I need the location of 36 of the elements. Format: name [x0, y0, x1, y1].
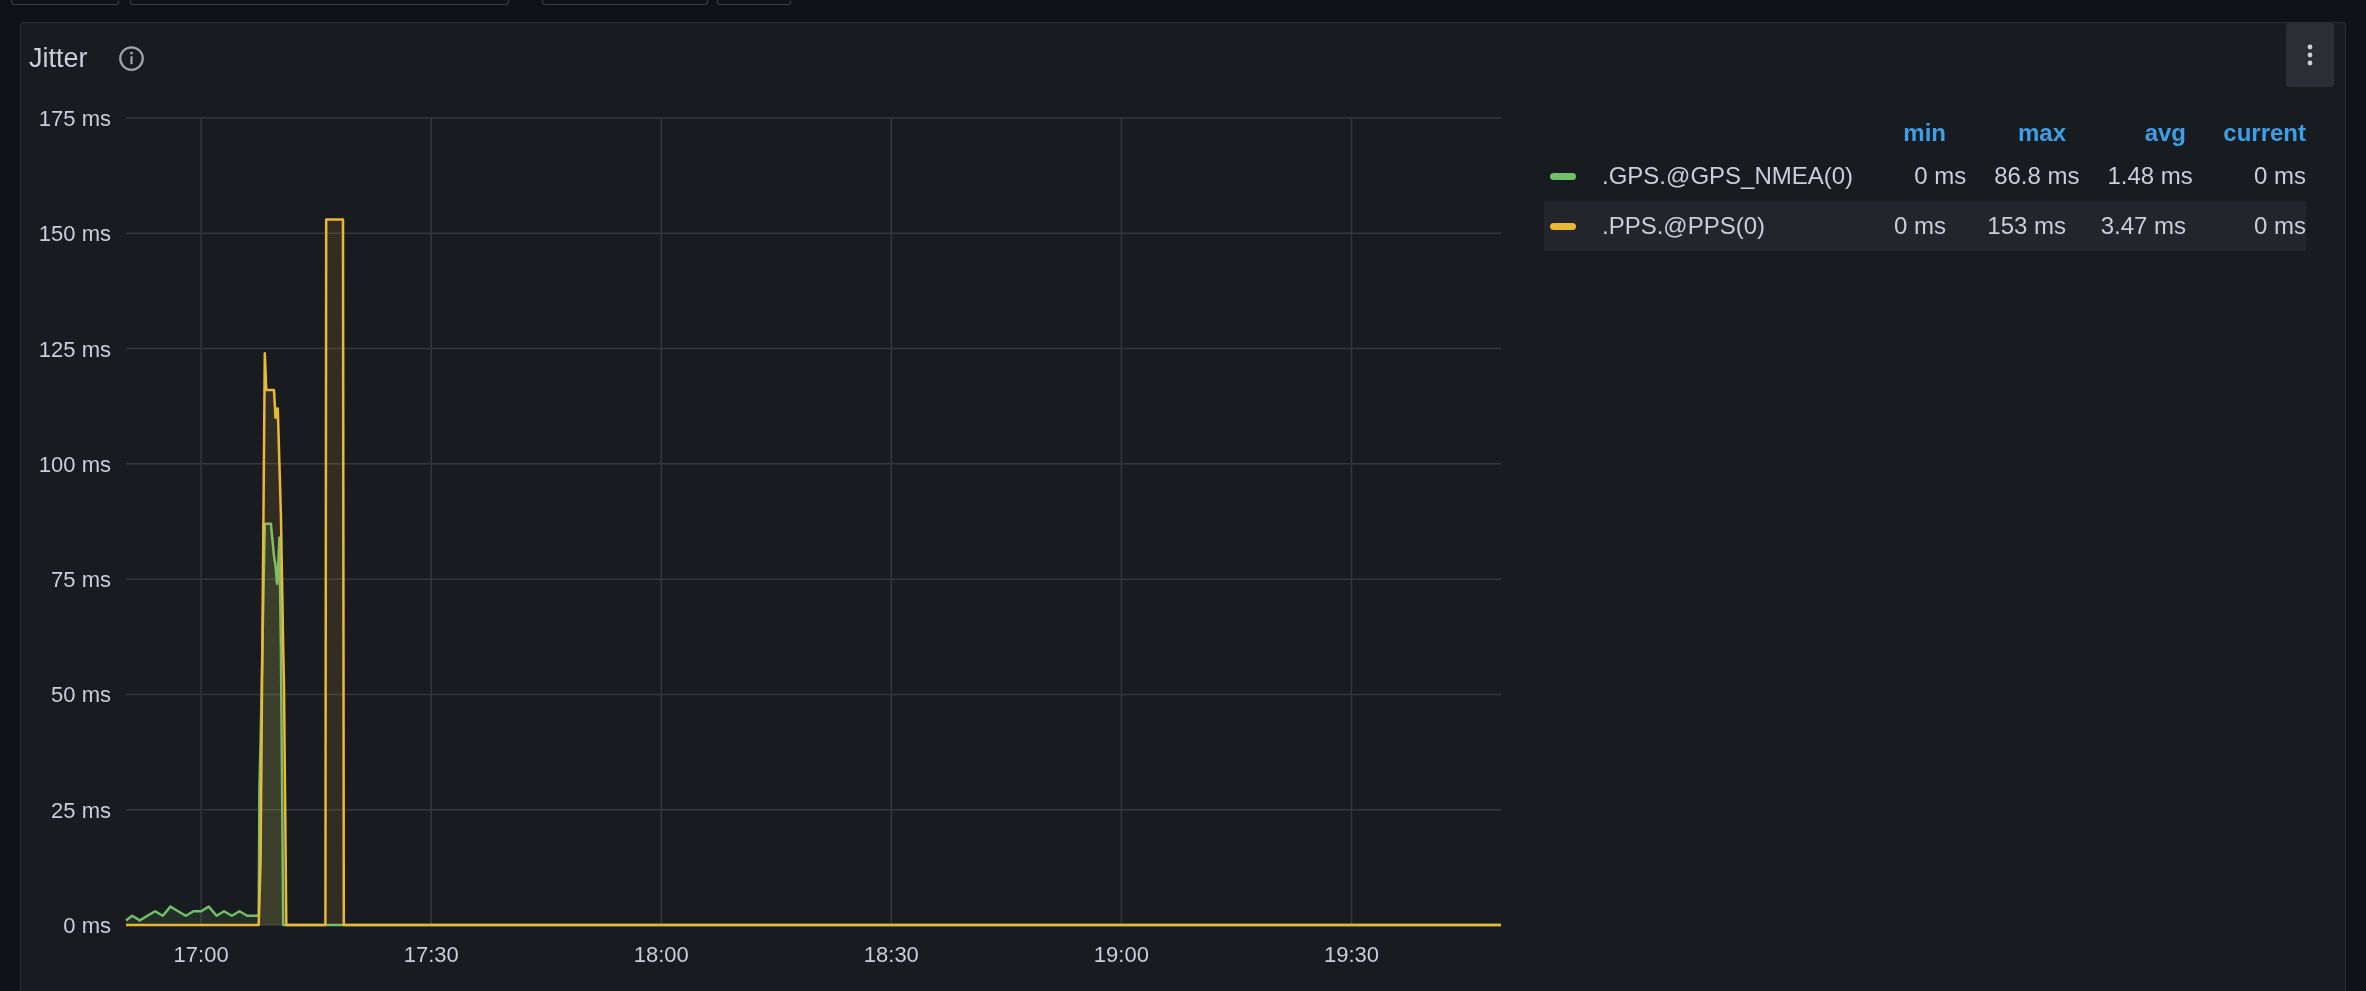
y-axis-label: 0 ms	[63, 913, 111, 938]
legend-column-header[interactable]: current	[2186, 119, 2306, 147]
y-axis-label: 50 ms	[51, 682, 111, 708]
y-axis-label: 75 ms	[51, 567, 111, 593]
y-axis-label: 25 ms	[51, 797, 111, 823]
legend-value: 86.8 ms	[1993, 162, 2080, 190]
legend-value: 0 ms	[2253, 212, 2306, 240]
legend-column-header[interactable]: max	[1946, 119, 2066, 147]
info-icon[interactable]	[117, 44, 145, 72]
x-axis-label: 17:00	[173, 942, 229, 967]
legend-series-name[interactable]: .PPS.@PPS(0)	[1602, 212, 1766, 240]
legend-value: 0 ms	[1893, 212, 1946, 240]
toolbar-field[interactable]	[130, 0, 509, 5]
more-options-icon	[2306, 43, 2314, 67]
y-axis-label: 125 ms	[38, 336, 111, 362]
x-axis-label: 19:30	[1323, 942, 1379, 967]
panel-title: Jitter	[29, 42, 88, 74]
menu-button[interactable]	[2286, 23, 2334, 87]
toolbar-control[interactable]	[717, 0, 791, 5]
x-axis-label: 18:30	[863, 942, 919, 967]
toolbar-control[interactable]	[542, 0, 708, 5]
legend-value: 0 ms	[2252, 162, 2306, 190]
y-axis-label: 150 ms	[38, 221, 111, 247]
legend-column-header[interactable]: avg	[2066, 119, 2186, 147]
x-axis-label: 18:00	[633, 942, 689, 967]
legend-value: 1.48 ms	[2106, 162, 2193, 190]
legend-value: 153 ms	[1986, 212, 2066, 240]
legend-series-name[interactable]: .GPS.@GPS_NMEA(0)	[1602, 162, 1854, 190]
toolbar-control[interactable]	[11, 0, 119, 5]
legend-value: 0 ms	[1913, 162, 1967, 190]
x-axis-label: 19:00	[1093, 942, 1149, 967]
legend-column-header[interactable]: min	[1826, 119, 1946, 147]
y-axis-label: 100 ms	[38, 451, 111, 477]
x-axis-label: 17:30	[403, 942, 459, 967]
legend-value: 3.47 ms	[2099, 212, 2186, 240]
y-axis-label: 175 ms	[38, 106, 111, 131]
